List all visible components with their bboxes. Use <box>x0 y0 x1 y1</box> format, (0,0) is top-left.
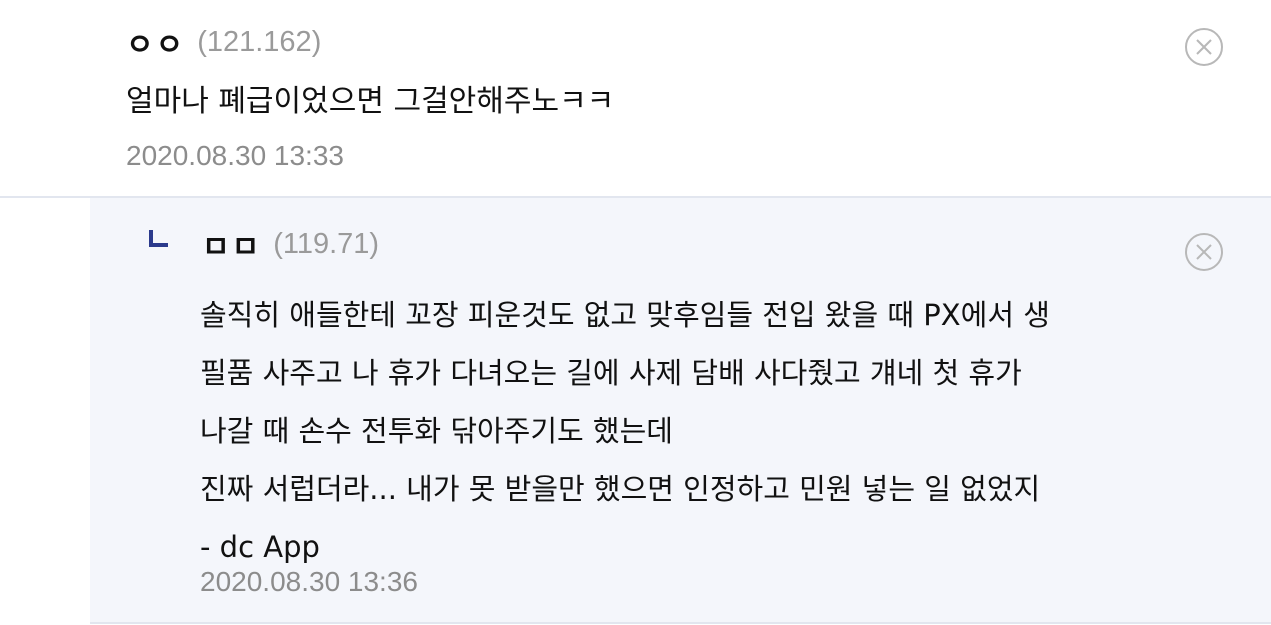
reply-text-line: 솔직히 애들한테 꼬장 피운것도 없고 맞후임들 전입 왔을 때 PX에서 생 <box>200 298 1050 332</box>
reply-text-line: 진짜 서럽더라... 내가 못 받을만 했으면 인정하고 민원 넣는 일 없었지 <box>200 472 1041 506</box>
circle-x-icon <box>1185 233 1223 271</box>
comment-ip: (121.162) <box>197 25 322 58</box>
reply-text-line: 나갈 때 손수 전투화 닦아주기도 했는데 <box>200 414 673 448</box>
comment-header: ㅇㅇ (121.162) <box>126 20 321 64</box>
circle-x-icon <box>1185 28 1223 66</box>
reply-ip: (119.71) <box>273 227 380 260</box>
reply-arrow-icon <box>149 230 168 247</box>
reply-nickname[interactable]: ㅁㅁ <box>202 222 261 266</box>
comment-delete-button[interactable] <box>1184 27 1224 67</box>
reply-text: 솔직히 애들한테 꼬장 피운것도 없고 맞후임들 전입 왔을 때 PX에서 생 … <box>200 286 1050 576</box>
comment-nickname[interactable]: ㅇㅇ <box>126 20 185 64</box>
comment-date: 2020.08.30 13:33 <box>126 140 344 171</box>
reply-text-line: 필품 사주고 나 휴가 다녀오는 길에 사제 담배 사다줬고 걔네 첫 휴가 <box>200 356 1022 390</box>
comment-text: 얼마나 폐급이었으면 그걸안해주노ㅋㅋ <box>126 84 615 119</box>
reply-header: ㅁㅁ (119.71) <box>202 222 379 266</box>
comment-item: ㅇㅇ (121.162) 얼마나 폐급이었으면 그걸안해주노ㅋㅋ 2020.08… <box>0 0 1271 198</box>
reply-delete-button[interactable] <box>1184 232 1224 272</box>
reply-item: ㅁㅁ (119.71) 솔직히 애들한테 꼬장 피운것도 없고 맞후임들 전입 … <box>90 198 1271 624</box>
reply-date: 2020.08.30 13:36 <box>200 566 418 597</box>
